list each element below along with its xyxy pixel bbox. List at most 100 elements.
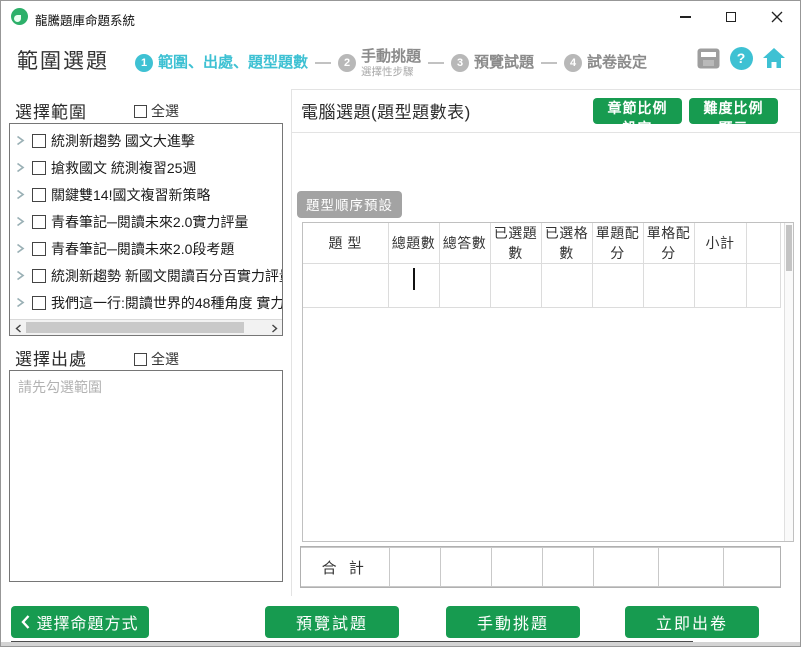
tree-item[interactable]: 搶救國文 統測複習25週 (10, 154, 282, 181)
table-input-cell[interactable] (643, 264, 694, 308)
vscrollbar-thumb[interactable] (786, 225, 792, 271)
source-select-all[interactable]: 全選 (134, 349, 179, 369)
tree-item[interactable]: 我們這一行:閱讀世界的48種角度 實力評量 (10, 289, 282, 316)
preview-questions-button[interactable]: 預覽試題 (265, 606, 399, 638)
app-window: 龍騰題庫命題系統 範圍選題 1範圍、出處、題型題數2手動挑題選擇性步驟3預覽試題… (0, 0, 801, 647)
scroll-left-icon[interactable] (12, 322, 24, 334)
table-data-row (303, 264, 780, 308)
expand-chevron-icon[interactable] (16, 162, 28, 173)
table-input-cell[interactable] (388, 264, 439, 308)
help-button[interactable]: ? (729, 46, 753, 70)
close-icon (771, 11, 783, 23)
tree-item[interactable]: 統測新趨勢 新國文閱讀百分百實力評量 (10, 262, 282, 289)
back-button-label: 選擇命題方式 (36, 610, 138, 634)
expand-chevron-icon[interactable] (16, 243, 28, 254)
step-separator (428, 62, 444, 64)
total-cell (491, 548, 542, 587)
save-button[interactable] (696, 46, 720, 70)
total-label-cell: 合 計 (301, 548, 389, 587)
step-number: 2 (338, 54, 356, 72)
manual-pick-button[interactable]: 手動挑題 (446, 606, 580, 638)
step-1[interactable]: 1 範圍、出處、題型題數 (135, 54, 308, 72)
step-4[interactable]: 4 試卷設定 (564, 54, 647, 72)
table-input-cell[interactable] (303, 264, 388, 308)
source-select-all-label: 全選 (151, 349, 179, 369)
expand-chevron-icon[interactable] (16, 270, 28, 281)
step-label: 範圍、出處、題型題數 (158, 54, 308, 71)
bottom-strip (1, 642, 800, 647)
step-2[interactable]: 2 手動挑題選擇性步驟 (338, 48, 421, 77)
table-input-cell[interactable] (694, 264, 746, 308)
home-icon (762, 47, 786, 69)
header-icons: ? (696, 46, 786, 70)
item-checkbox[interactable] (32, 242, 46, 256)
step-label-wrap: 試卷設定 (587, 54, 647, 71)
range-listbox: 統測新趨勢 國文大進擊搶救國文 統測複習25週關鍵雙14!國文複習新策略青春筆記… (9, 123, 283, 336)
generate-paper-button[interactable]: 立即出卷 (625, 606, 759, 638)
divider (291, 89, 801, 90)
item-checkbox[interactable] (32, 296, 46, 310)
tree-item-label: 關鍵雙14!國文複習新策略 (51, 185, 210, 205)
chapter-ratio-button[interactable]: 章節比例設定 (593, 98, 682, 124)
table-header-cell (746, 223, 780, 264)
scrollbar-thumb[interactable] (26, 322, 244, 333)
minimize-icon (680, 16, 691, 18)
table-input-cell[interactable] (592, 264, 643, 308)
step-3[interactable]: 3 預覽試題 (451, 54, 534, 72)
home-button[interactable] (762, 46, 786, 70)
scroll-right-icon[interactable] (268, 322, 280, 334)
app-logo-icon (11, 8, 28, 25)
expand-chevron-icon[interactable] (16, 189, 28, 200)
choose-method-back-button[interactable]: 選擇命題方式 (11, 606, 149, 638)
table-header-cell: 題 型 (303, 223, 388, 264)
step-label: 預覽試題 (474, 54, 534, 71)
question-type-table: 題 型總題數總答數已選題數已選格數單題配分單格配分小計 (303, 223, 781, 308)
tree-item-label: 我們這一行:閱讀世界的48種角度 實力評量 (51, 293, 282, 313)
expand-chevron-icon[interactable] (16, 297, 28, 308)
tree-item-label: 青春筆記─閱讀未來2.0段考題 (51, 239, 234, 259)
horizontal-scrollbar[interactable] (10, 319, 282, 335)
maximize-button[interactable] (708, 1, 754, 33)
back-chevron-icon (21, 615, 30, 629)
step-label-wrap: 手動挑題選擇性步驟 (361, 48, 421, 77)
table-input-cell[interactable] (746, 264, 780, 308)
text-caret (413, 268, 415, 290)
step-number: 1 (135, 54, 153, 72)
total-table-container: 合 計 (300, 546, 781, 588)
expand-chevron-icon[interactable] (16, 135, 28, 146)
range-select-all[interactable]: 全選 (134, 101, 179, 121)
total-cell (593, 548, 658, 587)
tree-item[interactable]: 青春筆記─閱讀未來2.0實力評量 (10, 208, 282, 235)
expand-chevron-icon[interactable] (16, 216, 28, 227)
question-type-table-container: 題 型總題數總答數已選題數已選格數單題配分單格配分小計 (302, 222, 794, 542)
tree-item-label: 統測新趨勢 新國文閱讀百分百實力評量 (51, 266, 282, 286)
item-checkbox[interactable] (32, 215, 46, 229)
source-select-all-checkbox[interactable] (134, 353, 147, 366)
total-cell (723, 548, 780, 587)
minimize-button[interactable] (662, 1, 708, 33)
step-number: 3 (451, 54, 469, 72)
table-header-cell: 小計 (694, 223, 746, 264)
vertical-scrollbar[interactable] (784, 223, 793, 541)
step-number: 4 (564, 54, 582, 72)
item-checkbox[interactable] (32, 161, 46, 175)
difficulty-ratio-button[interactable]: 難度比例顯示 (689, 98, 778, 124)
item-checkbox[interactable] (32, 188, 46, 202)
range-panel-title: 選擇範圍 (15, 98, 87, 123)
tree-item[interactable]: 關鍵雙14!國文複習新策略 (10, 181, 282, 208)
tree-item[interactable]: 青春筆記─閱讀未來2.0段考題 (10, 235, 282, 262)
range-select-all-label: 全選 (151, 101, 179, 121)
item-checkbox[interactable] (32, 269, 46, 283)
item-checkbox[interactable] (32, 134, 46, 148)
close-button[interactable] (754, 1, 800, 33)
tree-item[interactable]: 統測新趨勢 國文大進擊 (10, 127, 282, 154)
total-row: 合 計 (301, 548, 780, 587)
computer-select-title: 電腦選題(題型題數表) (301, 98, 471, 123)
table-input-cell[interactable] (541, 264, 592, 308)
range-select-all-checkbox[interactable] (134, 105, 147, 118)
window-title: 龍騰題庫命題系統 (35, 10, 135, 29)
table-input-cell[interactable] (490, 264, 541, 308)
table-input-cell[interactable] (439, 264, 490, 308)
total-table: 合 計 (301, 547, 780, 587)
help-icon: ? (730, 47, 753, 70)
